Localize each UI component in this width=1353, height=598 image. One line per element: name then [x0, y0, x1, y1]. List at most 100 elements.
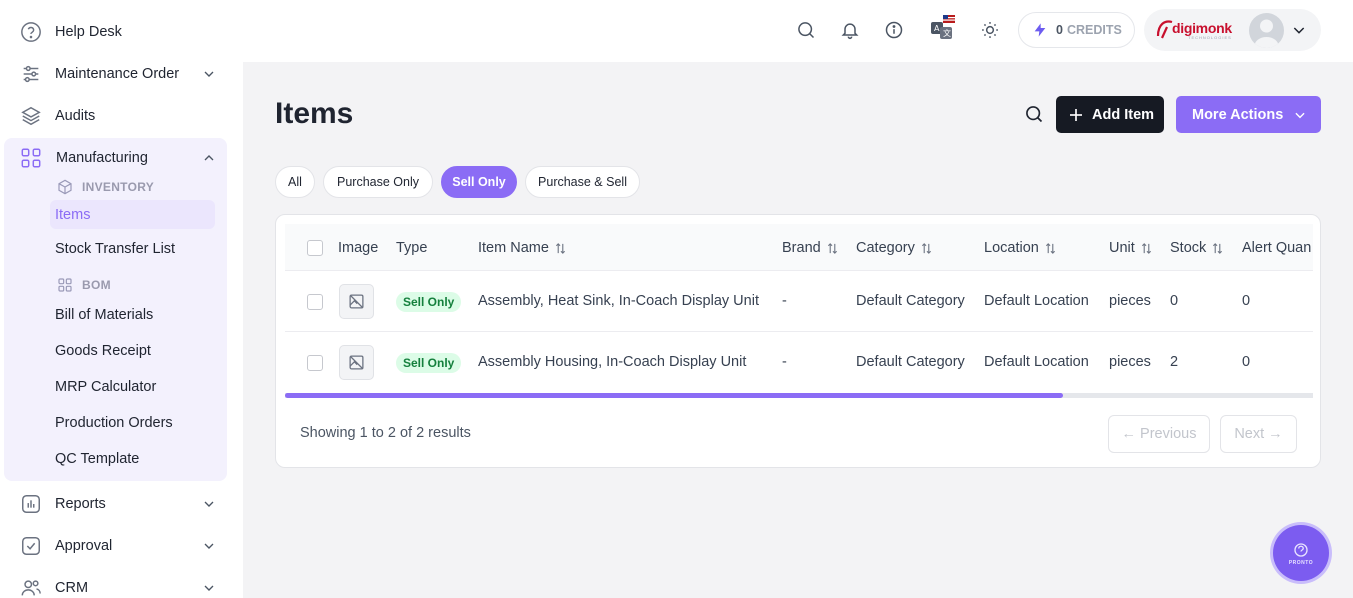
assistant-label: PRONTO	[1288, 559, 1314, 566]
assistant-icon	[1294, 542, 1308, 557]
filter-purchase-only[interactable]: Purchase Only	[323, 166, 433, 198]
info-icon[interactable]	[884, 20, 904, 40]
sidebar-sub-item-production-orders[interactable]: Production Orders	[55, 411, 173, 435]
sort-icon	[827, 242, 837, 254]
search-icon[interactable]	[1024, 104, 1044, 124]
more-actions-button[interactable]: More Actions	[1176, 96, 1321, 133]
pronto-assistant-button[interactable]: PRONTO	[1273, 525, 1329, 581]
company-logo-subtext: TECHNOLOGIES	[1188, 35, 1232, 40]
column-header-label: Alert Quan	[1242, 240, 1312, 256]
column-header-label: Item Name	[478, 240, 549, 256]
credits-label: CREDITS	[1066, 23, 1122, 37]
sidebar-item-label: Reports	[55, 496, 106, 512]
column-header-label: Brand	[782, 240, 821, 256]
row-checkbox[interactable]	[307, 355, 323, 371]
avatar[interactable]	[1249, 13, 1284, 48]
credits-badge[interactable]: 0 CREDITS	[1018, 12, 1135, 48]
sidebar-sub-item-mrp-calculator[interactable]: MRP Calculator	[55, 375, 156, 399]
filter-sell-only[interactable]: Sell Only	[441, 166, 517, 198]
sidebar-item-maintenance-order[interactable]: Maintenance Order	[0, 56, 243, 92]
row-checkbox[interactable]	[307, 294, 323, 310]
column-header-location[interactable]: Location	[984, 240, 1056, 256]
column-header-label: Stock	[1170, 240, 1207, 256]
help-circle-icon	[21, 22, 41, 42]
image-off-icon	[349, 294, 364, 309]
location-cell: Default Location	[984, 293, 1089, 309]
add-item-button[interactable]: Add Item	[1056, 96, 1164, 133]
sidebar-item-label: CRM	[55, 580, 89, 596]
table-row[interactable]: Sell Only Assembly, Heat Sink, In-Coach …	[285, 271, 1313, 332]
column-header-label: Location	[984, 240, 1039, 256]
column-header-label: Type	[396, 240, 428, 256]
sidebar-item-help-desk[interactable]: Help Desk	[0, 14, 243, 50]
column-header-unit[interactable]: Unit	[1109, 240, 1152, 256]
sort-icon	[1045, 242, 1055, 254]
translate-flag-icon[interactable]: A文	[930, 15, 956, 41]
sun-icon[interactable]	[980, 20, 1000, 40]
location-cell: Default Location	[984, 354, 1089, 370]
bom-section-heading: BOM	[57, 277, 111, 293]
sidebar-sub-item-stock-transfer-list[interactable]: Stock Transfer List	[55, 237, 175, 261]
plus-icon	[1070, 108, 1082, 121]
sort-icon	[555, 242, 565, 254]
previous-page-button[interactable]: ← Previous	[1108, 415, 1210, 453]
add-item-label: Add Item	[1092, 106, 1155, 123]
sidebar-item-approval[interactable]: Approval	[0, 528, 243, 564]
column-header-image: Image	[338, 240, 378, 256]
chevron-down-icon[interactable]	[1291, 22, 1307, 38]
item-name-cell[interactable]: Assembly Housing, In-Coach Display Unit	[478, 354, 746, 370]
filter-purchase-and-sell[interactable]: Purchase & Sell	[525, 166, 640, 198]
company-logo-text: digimonk	[1172, 20, 1232, 36]
image-off-icon	[349, 355, 364, 370]
scrollbar-thumb[interactable]	[285, 393, 1063, 398]
type-badge: Sell Only	[396, 292, 462, 312]
chevron-down-icon	[204, 501, 214, 507]
sidebar-item-reports[interactable]: Reports	[0, 486, 243, 522]
chevron-down-icon	[204, 71, 214, 77]
svg-text:文: 文	[943, 28, 951, 38]
column-header-alert-quantity[interactable]: Alert Quan	[1242, 240, 1311, 256]
unit-cell: pieces	[1109, 354, 1151, 370]
grid-icon	[21, 148, 41, 168]
box-icon	[58, 179, 72, 195]
check-square-icon	[22, 537, 40, 555]
page-title: Items	[275, 97, 354, 130]
sidebar-sub-item-items[interactable]: Items	[55, 203, 90, 227]
column-header-brand[interactable]: Brand	[782, 240, 838, 256]
profile-menu[interactable]: digimonk TECHNOLOGIES	[1144, 9, 1321, 51]
next-page-button[interactable]: Next →	[1220, 415, 1297, 453]
pagination-summary: Showing 1 to 2 of 2 results	[300, 425, 471, 441]
sidebar-sub-item-qc-template[interactable]: QC Template	[55, 447, 139, 471]
more-actions-label: More Actions	[1192, 106, 1284, 123]
sidebar: Help Desk Maintenance Order Audits Manuf…	[0, 0, 243, 598]
column-header-category[interactable]: Category	[856, 240, 932, 256]
stock-cell: 0	[1170, 293, 1179, 309]
sidebar-sub-item-bill-of-materials[interactable]: Bill of Materials	[55, 303, 153, 327]
search-icon[interactable]	[796, 20, 816, 40]
sidebar-item-audits[interactable]: Audits	[0, 98, 243, 134]
sort-icon	[1213, 242, 1223, 254]
item-image-placeholder	[339, 284, 374, 319]
column-header-stock[interactable]: Stock	[1170, 240, 1223, 256]
bom-heading-label: BOM	[82, 278, 111, 292]
inventory-section-heading: INVENTORY	[57, 179, 154, 195]
sidebar-item-label: Maintenance Order	[55, 66, 180, 82]
filter-all[interactable]: All	[275, 166, 315, 198]
table-row[interactable]: Sell Only Assembly Housing, In-Coach Dis…	[285, 332, 1313, 393]
sidebar-sub-item-goods-receipt[interactable]: Goods Receipt	[55, 339, 151, 363]
sidebar-item-crm[interactable]: CRM	[0, 570, 243, 598]
items-table-card: Image Type Item Name Brand Category Loca…	[275, 214, 1321, 468]
category-cell: Default Category	[856, 293, 965, 309]
horizontal-scrollbar[interactable]	[285, 393, 1313, 398]
sidebar-item-label: Help Desk	[55, 24, 122, 40]
sidebar-item-manufacturing[interactable]: Manufacturing	[0, 140, 243, 176]
user-silhouette-icon	[1254, 19, 1279, 48]
column-header-item-name[interactable]: Item Name	[478, 240, 566, 256]
sidebar-item-label: Audits	[55, 108, 96, 124]
select-all-checkbox[interactable]	[307, 240, 323, 256]
brand-cell: -	[782, 293, 787, 309]
item-name-cell[interactable]: Assembly, Heat Sink, In-Coach Display Un…	[478, 293, 759, 309]
bell-icon[interactable]	[840, 20, 860, 40]
chevron-up-icon	[204, 155, 214, 161]
sliders-icon	[23, 65, 39, 83]
